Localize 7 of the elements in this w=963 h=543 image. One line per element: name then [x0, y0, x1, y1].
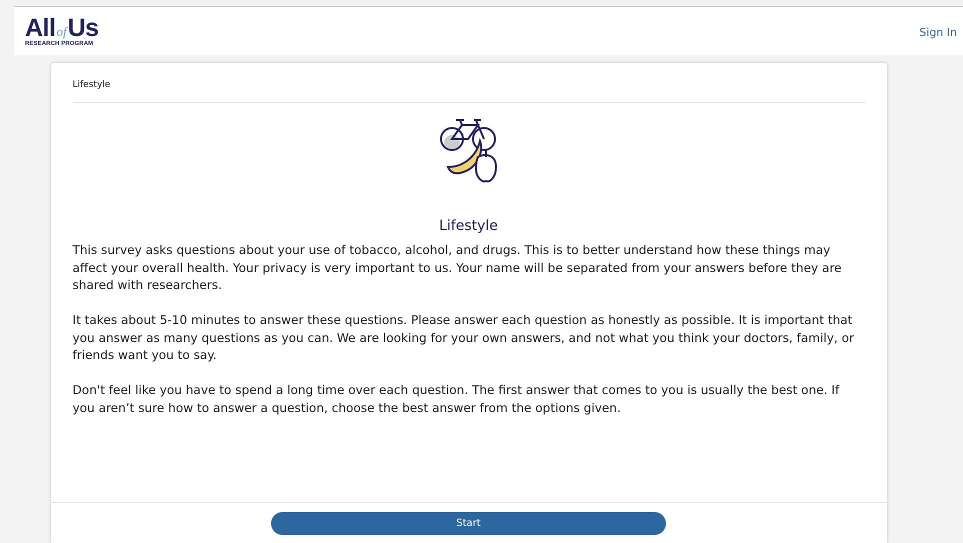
intro-paragraph: Don't feel like you have to spend a long time over each question. The first answer that comes to you is usually the best one. If you aren’t sure how to answer a question, choose the best answer from the options given.	[72, 382, 840, 416]
start-button[interactable]: Start	[271, 512, 666, 535]
survey-title: Lifestyle	[438, 218, 499, 234]
breadcrumb: Lifestyle	[72, 79, 112, 90]
intro-paragraph: This survey asks questions about your use of tobacco, alcohol, and drugs. This is to better understand how these things may affect your overall health. Your privacy is very important to us. Your name will be separated from your answers before they are shared with researchers.	[72, 242, 843, 294]
intro-paragraph: It takes about 5-10 minutes to answer these questions. Please answer each question as honestly as possible. It is important that you answer as many questions as you can. We are looking for your own answers, and not what you think your doctors, family, or friends want you to say.	[72, 312, 855, 364]
sign-in-link[interactable]: Sign In	[919, 26, 957, 38]
